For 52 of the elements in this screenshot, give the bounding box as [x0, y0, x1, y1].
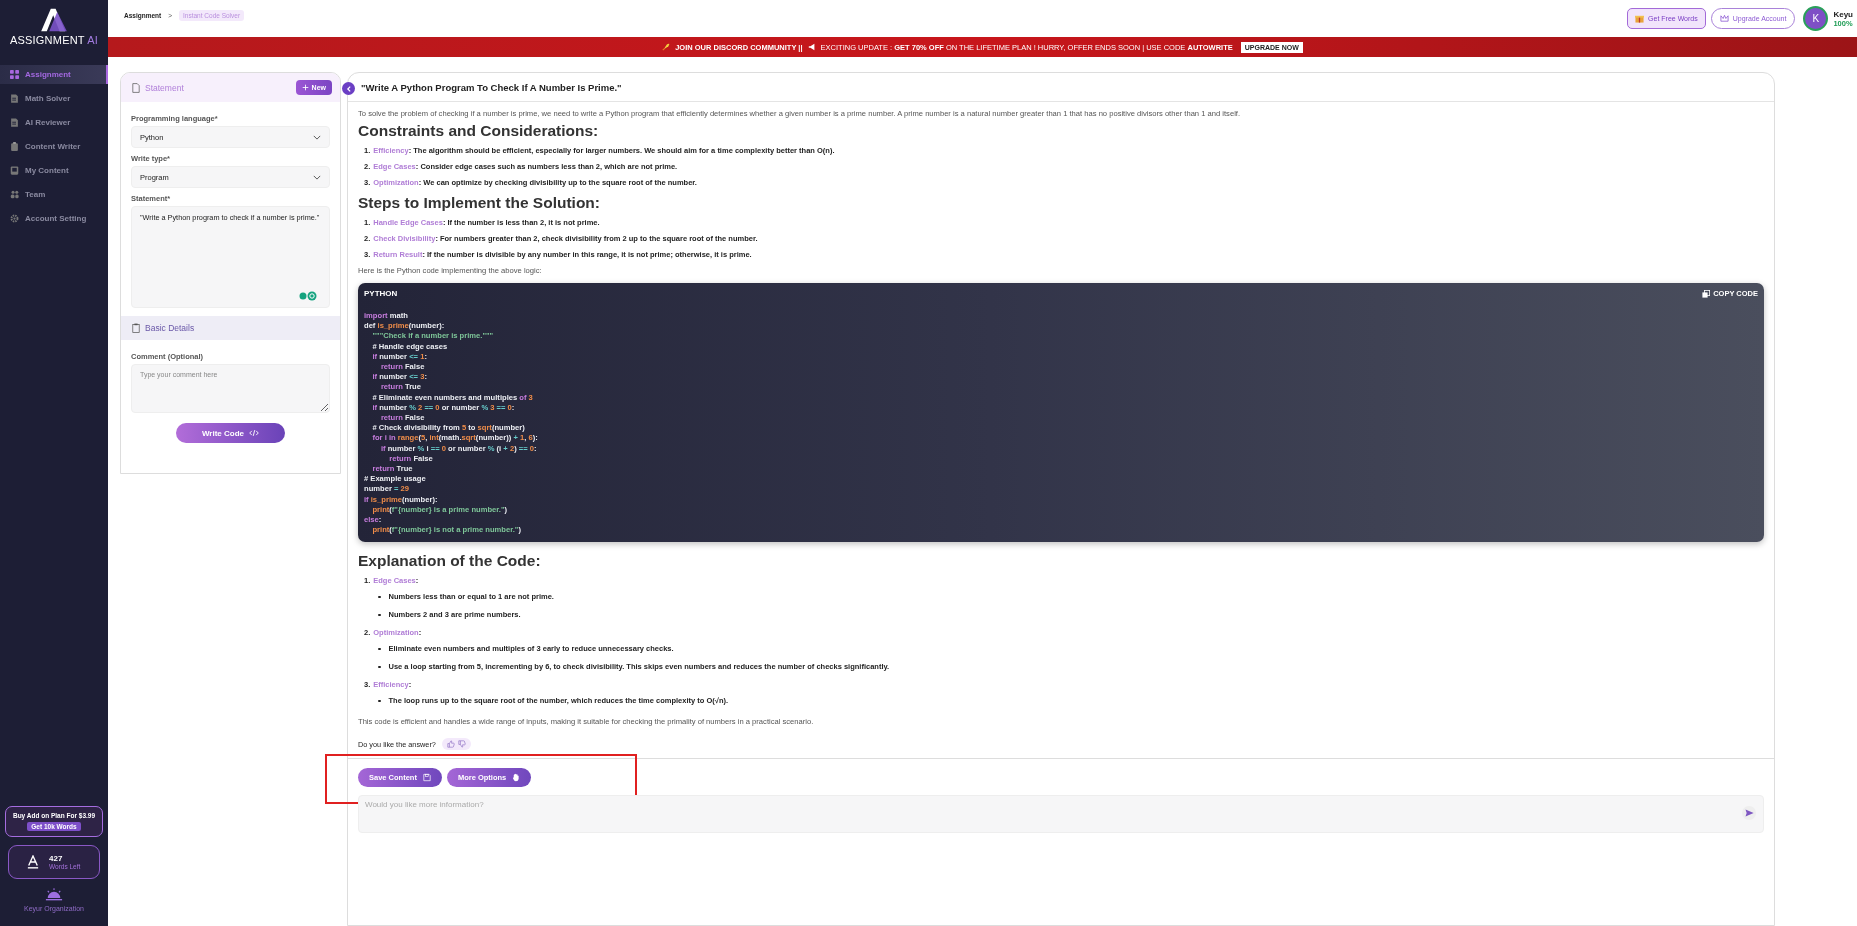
document-icon [10, 94, 19, 103]
section-heading: Constraints and Considerations: [358, 122, 600, 140]
thumbs-down-icon[interactable] [457, 740, 466, 749]
chevron-icon [313, 174, 321, 180]
sidebar-item[interactable]: My Content [0, 161, 108, 180]
sidebar-item[interactable]: Team [0, 185, 108, 204]
sunrise-icon [45, 888, 63, 901]
follow-up-field[interactable]: Would you like more information? [358, 795, 1764, 834]
code-language: PYTHON [364, 289, 398, 298]
chevron-icon [313, 134, 321, 140]
sidebar-item[interactable]: Math Solver [0, 89, 108, 108]
bullet-icon [378, 647, 381, 651]
gear-icon [10, 214, 19, 223]
clipboard-icon [10, 142, 19, 151]
bullet-icon [378, 699, 381, 703]
letter-a-icon [27, 855, 39, 869]
bullet-icon [378, 665, 381, 669]
section-title: Statement [145, 82, 185, 93]
crown-icon [1719, 14, 1729, 23]
section-title: Basic Details [145, 323, 196, 333]
brand-name: ASSIGNMENT AI [10, 34, 98, 46]
words-count: 427 [49, 854, 64, 863]
people-icon [10, 190, 19, 199]
rocket-icon [662, 43, 671, 51]
megaphone-icon [807, 43, 816, 51]
grammar-badge-icon [299, 291, 319, 301]
avatar[interactable]: K [1803, 6, 1829, 31]
collapse-button[interactable] [342, 82, 355, 95]
bullet-icon [378, 613, 381, 617]
sidebar-item[interactable]: Assignment [0, 65, 108, 84]
chevron-left-icon [344, 84, 353, 93]
document-icon [132, 82, 140, 93]
file-icon [10, 118, 19, 127]
send-icon[interactable] [1742, 806, 1756, 821]
grid-icon [10, 70, 19, 79]
copy-icon [1702, 289, 1711, 298]
code-icon [249, 429, 260, 437]
sidebar-item[interactable]: Content Writer [0, 137, 108, 156]
clipboard-icon [132, 323, 140, 333]
bullet-icon [378, 595, 381, 599]
answer-title: "Write A Python Program To Check If A Number Is Prime." [348, 73, 1774, 102]
save-icon [422, 773, 431, 783]
section-heading: Explanation of the Code: [358, 552, 542, 571]
sidebar-item[interactable]: Account Setting [0, 209, 108, 228]
write-code-button[interactable]: Write Code [176, 423, 285, 443]
thumbs-up-icon[interactable] [446, 740, 455, 749]
section-heading: Steps to Implement the Solution: [358, 194, 601, 212]
plus-icon [301, 84, 309, 91]
sidebar-item[interactable]: AI Reviewer [0, 113, 108, 132]
book-icon [10, 166, 19, 175]
user-name: Keyu [1833, 9, 1853, 19]
gift-icon [1635, 14, 1645, 23]
